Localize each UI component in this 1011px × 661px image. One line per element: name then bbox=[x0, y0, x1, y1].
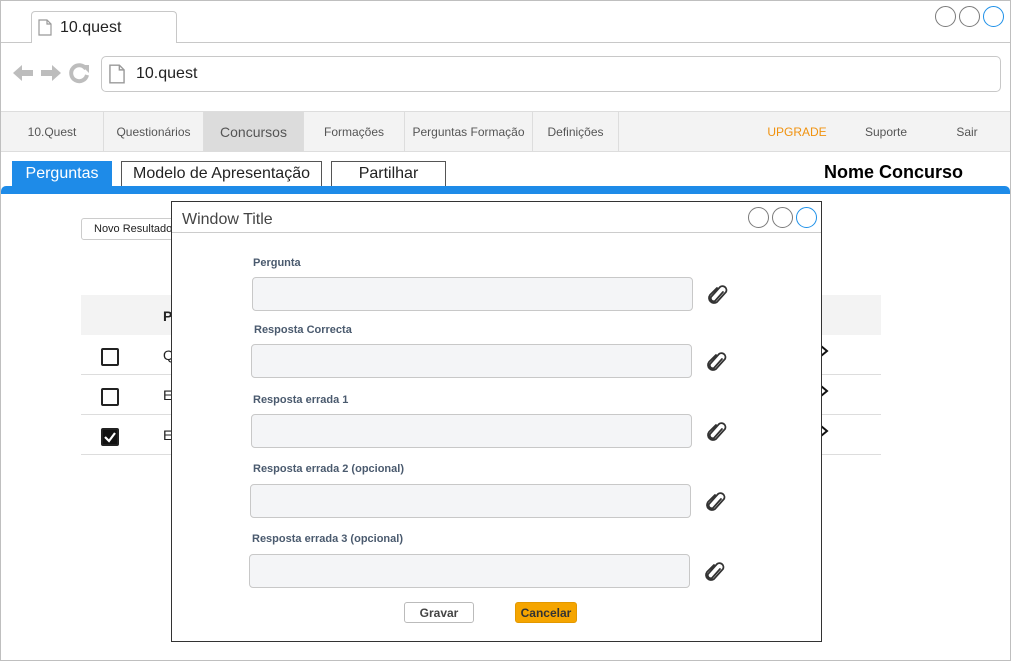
upgrade-link[interactable]: UPGRADE bbox=[756, 112, 838, 152]
cancel-button[interactable]: Cancelar bbox=[515, 602, 577, 623]
paperclip-icon[interactable] bbox=[706, 420, 728, 444]
page-title: Nome Concurso bbox=[824, 162, 964, 182]
reload-icon[interactable] bbox=[67, 61, 91, 85]
resposta-correcta-input[interactable] bbox=[251, 344, 692, 378]
back-arrow-icon[interactable] bbox=[11, 61, 35, 85]
url-text: 10.quest bbox=[136, 65, 198, 82]
minimize-button[interactable] bbox=[935, 6, 956, 27]
page-icon bbox=[109, 64, 125, 84]
resposta-correcta-label: Resposta Correcta bbox=[254, 324, 352, 336]
resposta-errada-1-input[interactable] bbox=[251, 414, 692, 448]
paperclip-icon[interactable] bbox=[706, 350, 728, 374]
browser-tab[interactable]: 10.quest bbox=[31, 11, 177, 43]
tab-modelo-apresentacao[interactable]: Modelo de Apresentação bbox=[121, 161, 322, 186]
row-checkbox[interactable] bbox=[101, 348, 119, 366]
logout-link[interactable]: Sair bbox=[931, 112, 1003, 152]
browser-tab-title: 10.quest bbox=[60, 18, 122, 36]
forward-arrow-icon[interactable] bbox=[39, 61, 63, 85]
maximize-button[interactable] bbox=[959, 6, 980, 27]
tab-perguntas[interactable]: Perguntas bbox=[12, 161, 112, 186]
page-icon bbox=[38, 19, 52, 36]
menu-item-definicoes[interactable]: Definições bbox=[533, 112, 619, 152]
menu-item-10quest[interactable]: 10.Quest bbox=[1, 112, 104, 152]
window-controls bbox=[935, 6, 1004, 27]
pergunta-input[interactable] bbox=[252, 277, 693, 311]
nav-buttons bbox=[11, 61, 91, 85]
row-checkbox-checked[interactable] bbox=[101, 428, 119, 446]
tab-accent-bar bbox=[1, 186, 1010, 194]
browser-window: 10.quest 10.quest 10.Quest Questionários… bbox=[0, 0, 1011, 661]
save-button[interactable]: Gravar bbox=[404, 602, 474, 623]
menu-item-questionarios[interactable]: Questionários bbox=[104, 112, 204, 152]
tab-partilhar[interactable]: Partilhar bbox=[331, 161, 446, 186]
resposta-errada-1-label: Resposta errada 1 bbox=[253, 394, 349, 406]
paperclip-icon[interactable] bbox=[705, 490, 727, 514]
dialog-window-controls bbox=[748, 207, 817, 228]
app-menu-bar: 10.Quest Questionários Concursos Formaçõ… bbox=[1, 111, 1010, 152]
row-checkbox[interactable] bbox=[101, 388, 119, 406]
dialog-title-divider bbox=[172, 232, 821, 233]
resposta-errada-2-input[interactable] bbox=[250, 484, 691, 518]
menu-item-formacoes[interactable]: Formações bbox=[304, 112, 405, 152]
checkmark-icon bbox=[104, 432, 116, 443]
menu-item-concursos[interactable]: Concursos bbox=[204, 112, 304, 152]
address-bar[interactable]: 10.quest bbox=[101, 56, 1001, 92]
paperclip-icon[interactable] bbox=[704, 560, 726, 584]
paperclip-icon[interactable] bbox=[707, 283, 729, 307]
menu-item-perguntas-formacao[interactable]: Perguntas Formação bbox=[405, 112, 533, 152]
resposta-errada-2-label: Resposta errada 2 (opcional) bbox=[253, 463, 404, 475]
resposta-errada-3-input[interactable] bbox=[249, 554, 690, 588]
close-button[interactable] bbox=[983, 6, 1004, 27]
dialog-close-button[interactable] bbox=[796, 207, 817, 228]
dialog-maximize-button[interactable] bbox=[772, 207, 793, 228]
resposta-errada-3-label: Resposta errada 3 (opcional) bbox=[252, 533, 403, 545]
support-link[interactable]: Suporte bbox=[846, 112, 926, 152]
question-dialog: Window Title Pergunta Resposta Correcta … bbox=[171, 201, 822, 642]
dialog-title: Window Title bbox=[182, 211, 273, 228]
pergunta-label: Pergunta bbox=[253, 257, 301, 269]
dialog-minimize-button[interactable] bbox=[748, 207, 769, 228]
